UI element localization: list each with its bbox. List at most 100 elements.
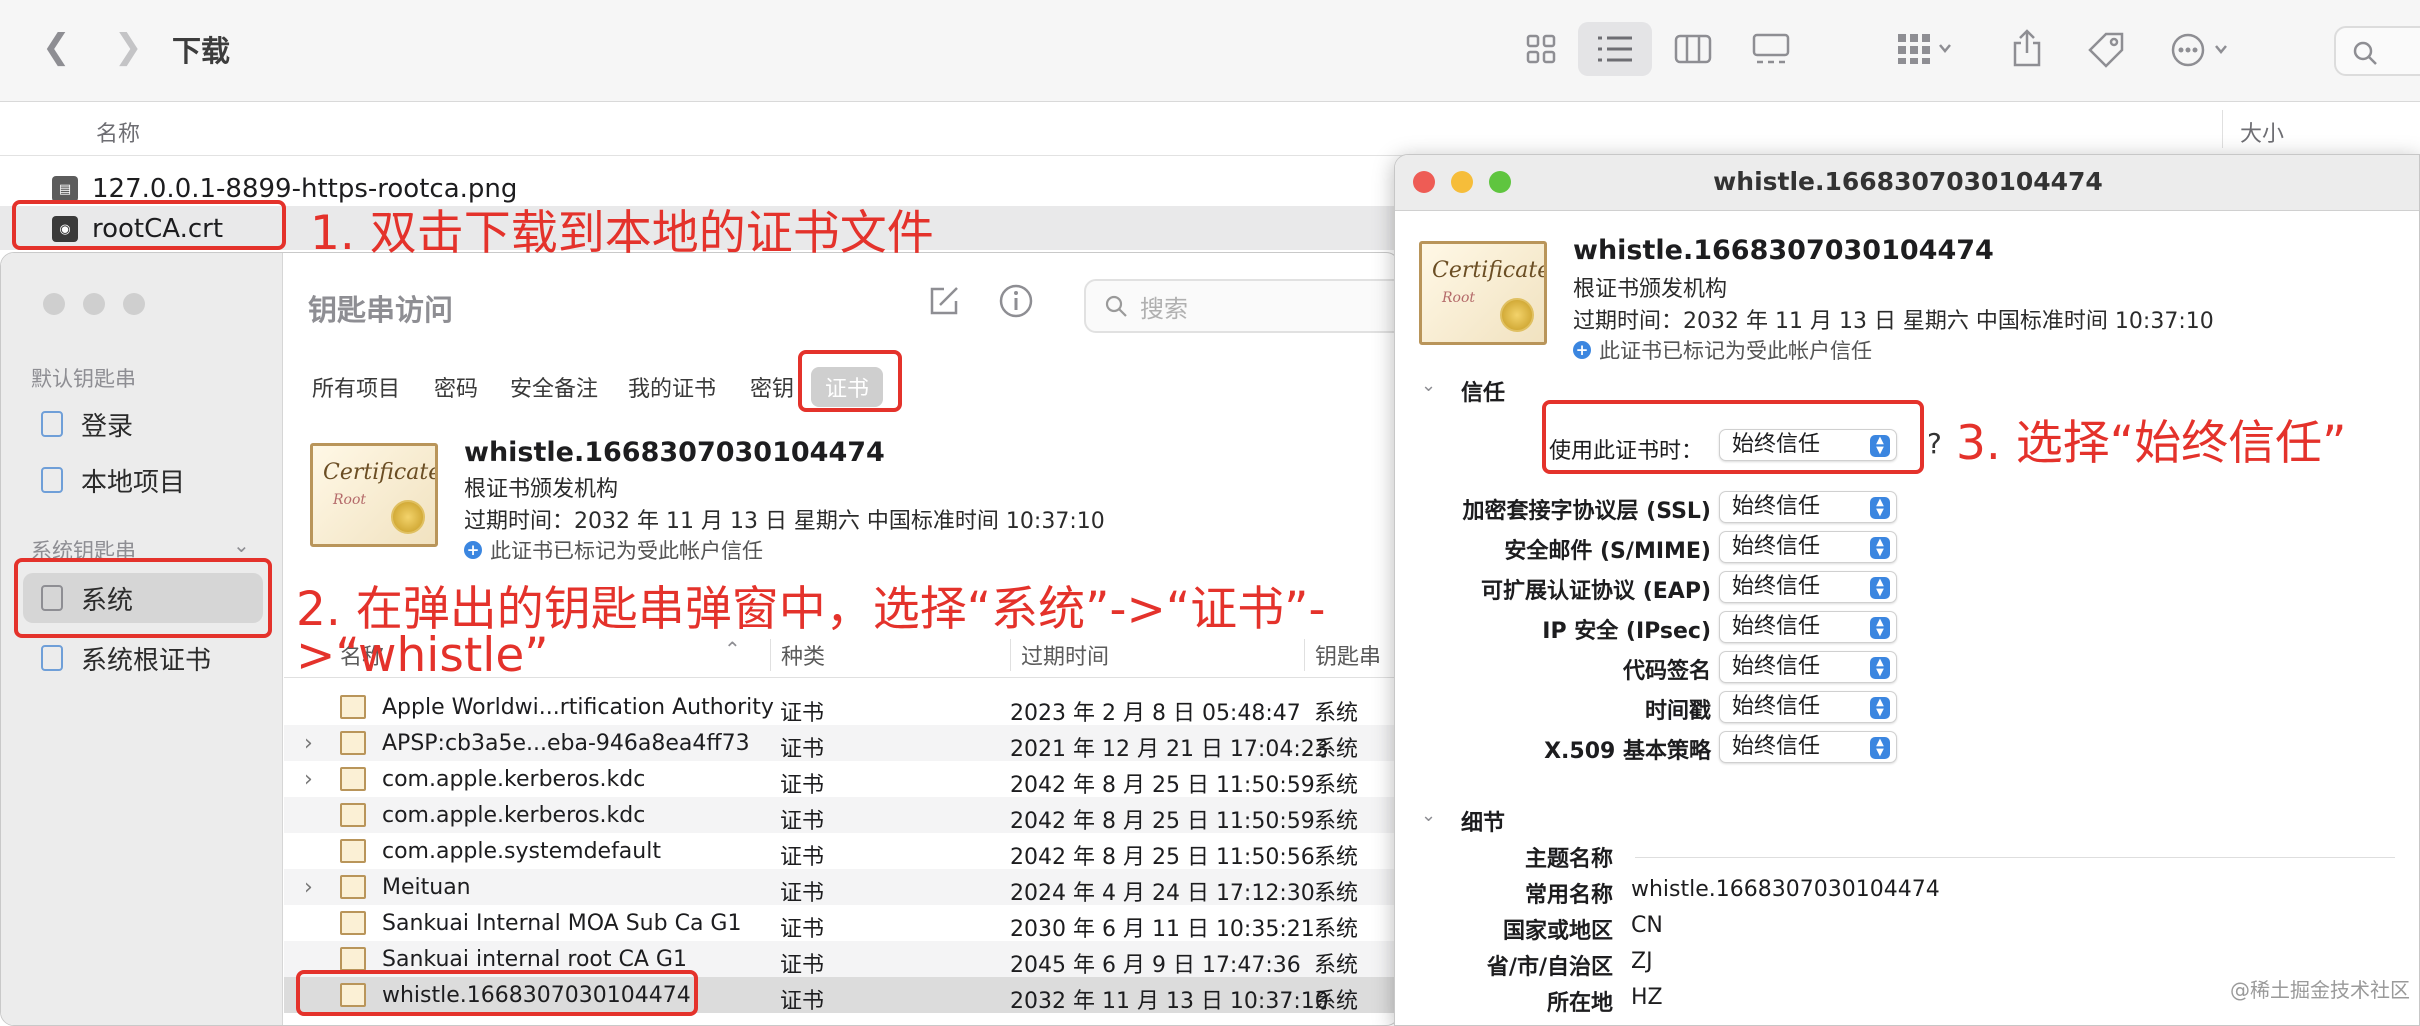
disclosure-chevron-icon[interactable]: ›	[304, 731, 313, 756]
back-icon[interactable]: ❮	[42, 30, 71, 64]
table-row[interactable]: com.apple.systemdefault 证书 2042 年 8 月 25 日…	[284, 833, 1399, 870]
list-view-button[interactable]	[1578, 22, 1652, 76]
table-row[interactable]: › APSP:cb3a5e...eba-946a8ea4ff73 证书 2021 年 …	[284, 725, 1399, 762]
share-icon[interactable]	[2010, 28, 2044, 72]
details-section-header[interactable]: 细节	[1461, 805, 1505, 837]
keychain-title: 钥匙串访问	[308, 293, 454, 327]
policy-select[interactable]: 始终信任 ▲ ▼	[1719, 531, 1897, 563]
sidebar-item-login[interactable]: 登录	[1, 399, 283, 449]
cell-expires: 2021 年 12 月 21 日 17:04:23	[1010, 737, 1329, 762]
column-header-keychain[interactable]: 钥匙串	[1304, 639, 1381, 671]
tab-all-items[interactable]: 所有项目	[312, 371, 400, 403]
compose-icon[interactable]	[926, 283, 962, 323]
cell-expires: 2042 年 8 月 25 日 11:50:59	[1010, 773, 1315, 798]
chevron-down-icon[interactable]: ⌄	[1421, 805, 1436, 826]
search-placeholder: 搜索	[1140, 294, 1188, 323]
tab-passwords[interactable]: 密码	[434, 371, 478, 403]
policy-select[interactable]: 始终信任 ▲ ▼	[1719, 731, 1897, 763]
help-button[interactable]: ?	[1927, 427, 1942, 460]
cell-name: com.apple.systemdefault	[382, 839, 661, 864]
highlight-rootca-file	[12, 200, 286, 250]
window-title: whistle.1668307030104474	[1713, 167, 2103, 196]
more-actions-button[interactable]	[2170, 32, 2234, 72]
trust-text: 此证书已标记为受此帐户信任	[1599, 339, 1872, 363]
tab-keys[interactable]: 密钥	[750, 371, 794, 403]
image-file-icon: ▤	[52, 176, 78, 202]
gallery-view-button[interactable]	[1734, 22, 1808, 76]
certificate-icon: Certificate Root	[1419, 241, 1547, 345]
ellipsis-circle-icon	[2171, 33, 2227, 67]
table-row[interactable]: Apple Worldwi...rtification Authority 证书 2…	[284, 689, 1399, 726]
table-row[interactable]: Sankuai Internal MOA Sub Ca G1 证书 2030 年 6…	[284, 905, 1399, 942]
cell-kind: 证书	[780, 773, 825, 798]
updown-icon: ▲ ▼	[1870, 737, 1890, 759]
cert-image-script: Certificate	[323, 460, 438, 485]
column-header-expires[interactable]: 过期时间	[1010, 639, 1109, 671]
forward-icon[interactable]: ❯	[114, 30, 143, 64]
cell-name: APSP:cb3a5e...eba-946a8ea4ff73	[382, 731, 750, 756]
sidebar-item-local-items[interactable]: 本地项目	[1, 455, 283, 505]
tab-my-certificates[interactable]: 我的证书	[628, 371, 716, 403]
chevron-down-icon[interactable]: ⌄	[1421, 375, 1436, 396]
highlight-always-trust	[1542, 400, 1924, 474]
disclosure-chevron-icon[interactable]: ›	[304, 767, 313, 792]
cert-expiry: 过期时间：2032 年 11 月 13 日 星期六 中国标准时间 10:37:1…	[464, 509, 1105, 534]
updown-icon: ▲ ▼	[1870, 617, 1890, 639]
policy-select[interactable]: 始终信任 ▲ ▼	[1719, 491, 1897, 523]
policy-select[interactable]: 始终信任 ▲ ▼	[1719, 571, 1897, 603]
info-icon[interactable]	[998, 283, 1034, 323]
tab-secure-notes[interactable]: 安全备注	[510, 371, 598, 403]
policy-select[interactable]: 始终信任 ▲ ▼	[1719, 611, 1897, 643]
annotation-step2-line2: >“whistle”	[296, 628, 549, 683]
keychain-access-window: 默认钥匙串 登录 本地项目 系统钥匙串 ⌄ 系统 系统根证书 钥匙串访问 搜索 …	[0, 252, 1400, 1026]
column-header-kind[interactable]: 种类	[770, 639, 825, 671]
table-row[interactable]: › com.apple.kerberos.kdc 证书 2042 年 8 月 25 日…	[284, 761, 1399, 798]
policy-select[interactable]: 始终信任 ▲ ▼	[1719, 691, 1897, 723]
cabinet-icon	[41, 645, 63, 671]
finder-title: 下载	[172, 34, 231, 68]
cert-image-sub: Root	[333, 492, 367, 508]
policy-label: 加密套接字协议层 (SSL)	[1462, 499, 1712, 524]
keychain-search-field[interactable]: 搜索	[1084, 279, 1399, 333]
keychain-sidebar: 默认钥匙串 登录 本地项目 系统钥匙串 ⌄ 系统 系统根证书	[1, 253, 283, 1025]
cell-expires: 2024 年 4 月 24 日 17:12:30	[1010, 881, 1315, 906]
select-value: 始终信任	[1732, 494, 1821, 519]
zoom-button[interactable]	[123, 293, 145, 315]
cert-issuer: 根证书颁发机构	[464, 477, 619, 502]
sidebar-item-system-roots[interactable]: 系统根证书	[1, 633, 283, 683]
detail-label: 主题名称	[1524, 847, 1613, 872]
table-row[interactable]: › Meituan 证书 2024 年 4 月 24 日 17:12:30 系统	[284, 869, 1399, 906]
cell-kind: 证书	[780, 809, 825, 834]
trust-section-header[interactable]: 信任	[1461, 375, 1505, 407]
certificate-small-icon	[340, 695, 366, 719]
cell-name: Sankuai Internal MOA Sub Ca G1	[382, 911, 742, 936]
cell-name: com.apple.kerberos.kdc	[382, 803, 646, 828]
detail-value: HZ	[1631, 985, 1663, 1010]
tag-icon[interactable]	[2086, 30, 2126, 74]
column-view-button[interactable]	[1656, 22, 1730, 76]
annotation-step3: 3. 选择“始终信任”	[1956, 416, 2347, 471]
sort-ascending-icon: ⌃	[724, 637, 741, 661]
cell-expires: 2045 年 6 月 9 日 17:47:36	[1010, 953, 1301, 978]
cert-issuer: 根证书颁发机构	[1573, 277, 1728, 302]
chevron-down-icon[interactable]: ⌄	[233, 533, 250, 557]
highlight-certificates-tab	[798, 350, 902, 412]
minimize-button[interactable]	[83, 293, 105, 315]
table-row[interactable]: com.apple.kerberos.kdc 证书 2042 年 8 月 25 日 …	[284, 797, 1399, 834]
cert-expiry: 过期时间：2032 年 11 月 13 日 星期六 中国标准时间 10:37:1…	[1573, 309, 2214, 334]
select-value: 始终信任	[1732, 534, 1821, 559]
close-button[interactable]	[43, 293, 65, 315]
group-by-button[interactable]	[1896, 32, 1956, 70]
finder-search-field[interactable]	[2334, 26, 2420, 76]
cell-kind: 证书	[780, 845, 825, 870]
select-value: 始终信任	[1732, 694, 1821, 719]
policy-select[interactable]: 始终信任 ▲ ▼	[1719, 651, 1897, 683]
size-column-header[interactable]: 大小	[2240, 116, 2284, 148]
plus-circle-icon: +	[1573, 341, 1591, 359]
icon-view-button[interactable]	[1504, 22, 1578, 76]
disclosure-chevron-icon[interactable]: ›	[304, 875, 313, 900]
sidebar-item-label: 本地项目	[81, 467, 186, 498]
select-value: 始终信任	[1732, 734, 1821, 759]
name-column-header[interactable]: 名称	[96, 116, 140, 148]
finder-column-header: 名称 大小	[0, 102, 2420, 156]
